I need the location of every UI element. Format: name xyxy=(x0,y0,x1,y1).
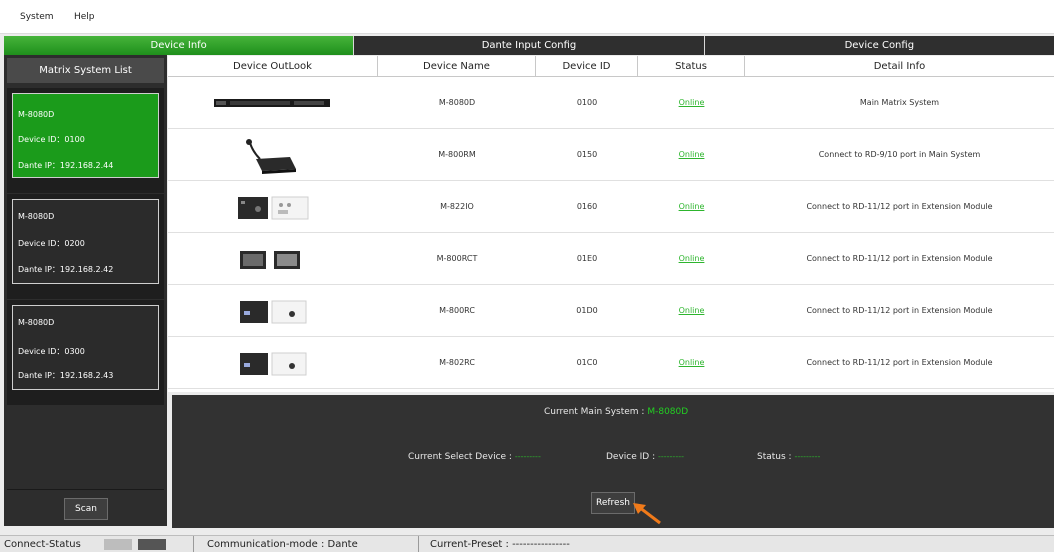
system-card-3[interactable]: M-8080D Device ID：0300 Dante IP：192.168.… xyxy=(12,305,159,390)
system-card-2[interactable]: M-8080D Device ID：0200 Dante IP：192.168.… xyxy=(12,199,159,284)
current-status: Status : --------- xyxy=(757,452,820,462)
device-id: 0160 xyxy=(576,202,598,211)
current-main-system: Current Main System : M-8080D xyxy=(544,407,688,417)
wall-controller-icon xyxy=(240,300,307,324)
device-name: M-800RM xyxy=(438,150,476,159)
matrix-system-panel: Matrix System List M-8080D Device ID：010… xyxy=(4,55,167,526)
system-device-id: Device ID：0200 xyxy=(18,239,85,248)
system-slot-3: M-8080D Device ID：0300 Dante IP：192.168.… xyxy=(7,300,164,405)
device-status: Online xyxy=(678,306,705,315)
main-tabs: Device Info Dante Input Config Device Co… xyxy=(4,36,1054,55)
system-slot-2: M-8080D Device ID：0200 Dante IP：192.168.… xyxy=(7,194,164,299)
device-outlook xyxy=(168,233,378,285)
device-status: Online xyxy=(678,150,705,159)
connect-indicator-2 xyxy=(138,539,166,550)
device-name: M-800RC xyxy=(439,306,475,315)
table-row[interactable]: M-800RC 01D0 Online Connect to RD-11/12 … xyxy=(168,285,1054,337)
matrix-system-list-title: Matrix System List xyxy=(7,58,164,83)
device-id: 0100 xyxy=(576,98,598,107)
status-divider xyxy=(193,536,194,552)
device-detail: Connect to RD-11/12 port in Extension Mo… xyxy=(806,306,993,315)
device-id-value: --------- xyxy=(658,452,684,461)
device-outlook xyxy=(168,337,378,389)
current-preset: Current-Preset : ---------------- xyxy=(430,539,570,550)
tab-dante-input-config[interactable]: Dante Input Config xyxy=(354,36,705,55)
system-name: M-8080D xyxy=(18,318,55,327)
device-id: 01C0 xyxy=(576,358,598,367)
menu-help[interactable]: Help xyxy=(74,0,95,34)
rack-unit-icon xyxy=(214,99,330,107)
system-device-id: Device ID：0300 xyxy=(18,347,85,356)
table-row[interactable]: M-800RM 0150 Online Connect to RD-9/10 p… xyxy=(168,129,1054,181)
table-row[interactable]: M-822IO 0160 Online Connect to RD-11/12 … xyxy=(168,181,1054,233)
scan-button[interactable]: Scan xyxy=(64,498,108,520)
device-status: Online xyxy=(678,358,705,367)
select-device-value: --------- xyxy=(514,452,541,461)
header-status: Status xyxy=(638,56,745,77)
system-dante-ip: Dante IP：192.168.2.43 xyxy=(18,371,114,380)
device-name: M-8080D xyxy=(438,98,476,107)
status-label: Status : xyxy=(757,452,792,462)
arrow-pointer-icon xyxy=(633,503,661,525)
device-detail: Connect to RD-11/12 port in Extension Mo… xyxy=(806,358,993,367)
scan-area: Scan xyxy=(7,489,164,523)
device-outlook xyxy=(168,129,378,181)
connect-indicator-1 xyxy=(104,539,132,550)
device-info-panel: Current Main System : M-8080D Current Se… xyxy=(172,395,1054,528)
tab-device-config[interactable]: Device Config xyxy=(704,36,1054,55)
table-header: Device OutLook Device Name Device ID Sta… xyxy=(168,56,1054,77)
device-table: Device OutLook Device Name Device ID Sta… xyxy=(168,56,1054,392)
device-detail: Connect to RD-9/10 port in Main System xyxy=(818,150,981,159)
device-id: 0150 xyxy=(576,150,598,159)
status-divider xyxy=(418,536,419,552)
system-name: M-8080D xyxy=(18,212,55,221)
current-device-id: Device ID : --------- xyxy=(606,452,684,462)
device-detail: Connect to RD-11/12 port in Extension Mo… xyxy=(806,202,993,211)
device-outlook xyxy=(168,77,378,129)
touch-panel-icon xyxy=(240,251,300,269)
device-status: Online xyxy=(678,254,705,263)
header-detail-info: Detail Info xyxy=(873,61,926,72)
device-status: Online xyxy=(678,202,705,211)
header-device-outlook: Device OutLook xyxy=(168,56,378,77)
system-name: M-8080D xyxy=(18,110,55,119)
tab-device-info[interactable]: Device Info xyxy=(4,36,355,55)
menu-bar: System Help xyxy=(0,0,1054,34)
device-detail: Connect to RD-11/12 port in Extension Mo… xyxy=(806,254,993,263)
status-value: --------- xyxy=(794,452,821,461)
table-row[interactable]: M-8080D 0100 Online Main Matrix System xyxy=(168,77,1054,129)
device-outlook xyxy=(168,285,378,337)
main-system-value: M-8080D xyxy=(647,407,689,417)
device-outlook xyxy=(168,181,378,233)
main-system-label: Current Main System : xyxy=(544,407,645,417)
device-detail: Main Matrix System xyxy=(859,98,940,107)
header-device-name: Device Name xyxy=(378,56,536,77)
device-name: M-800RCT xyxy=(436,254,478,263)
device-id: 01D0 xyxy=(576,306,598,315)
system-slot-1: M-8080D Device ID：0100 Dante IP：192.168.… xyxy=(7,88,164,193)
current-select-device: Current Select Device : --------- xyxy=(408,452,541,462)
table-row[interactable]: M-802RC 01C0 Online Connect to RD-11/12 … xyxy=(168,337,1054,389)
device-status: Online xyxy=(678,98,705,107)
select-device-label: Current Select Device : xyxy=(408,452,512,462)
menu-system[interactable]: System xyxy=(20,0,54,34)
device-name: M-822IO xyxy=(440,202,474,211)
system-dante-ip: Dante IP：192.168.2.42 xyxy=(18,265,114,274)
paging-mic-icon xyxy=(246,139,296,174)
device-id-label: Device ID : xyxy=(606,452,656,462)
status-bar: Connect-Status Communication-mode : Dant… xyxy=(0,535,1054,552)
refresh-button[interactable]: Refresh xyxy=(591,492,635,514)
table-row[interactable]: M-800RCT 01E0 Online Connect to RD-11/12… xyxy=(168,233,1054,285)
wall-panel-io-icon xyxy=(238,196,309,220)
header-device-id: Device ID xyxy=(536,56,638,77)
connect-status-label: Connect-Status xyxy=(4,539,81,550)
system-device-id: Device ID：0100 xyxy=(18,135,85,144)
communication-mode: Communication-mode : Dante xyxy=(207,539,358,550)
wall-controller-icon xyxy=(240,352,307,376)
system-card-1[interactable]: M-8080D Device ID：0100 Dante IP：192.168.… xyxy=(12,93,159,178)
device-id: 01E0 xyxy=(576,254,598,263)
system-dante-ip: Dante IP：192.168.2.44 xyxy=(18,161,114,170)
device-name: M-802RC xyxy=(439,358,475,367)
